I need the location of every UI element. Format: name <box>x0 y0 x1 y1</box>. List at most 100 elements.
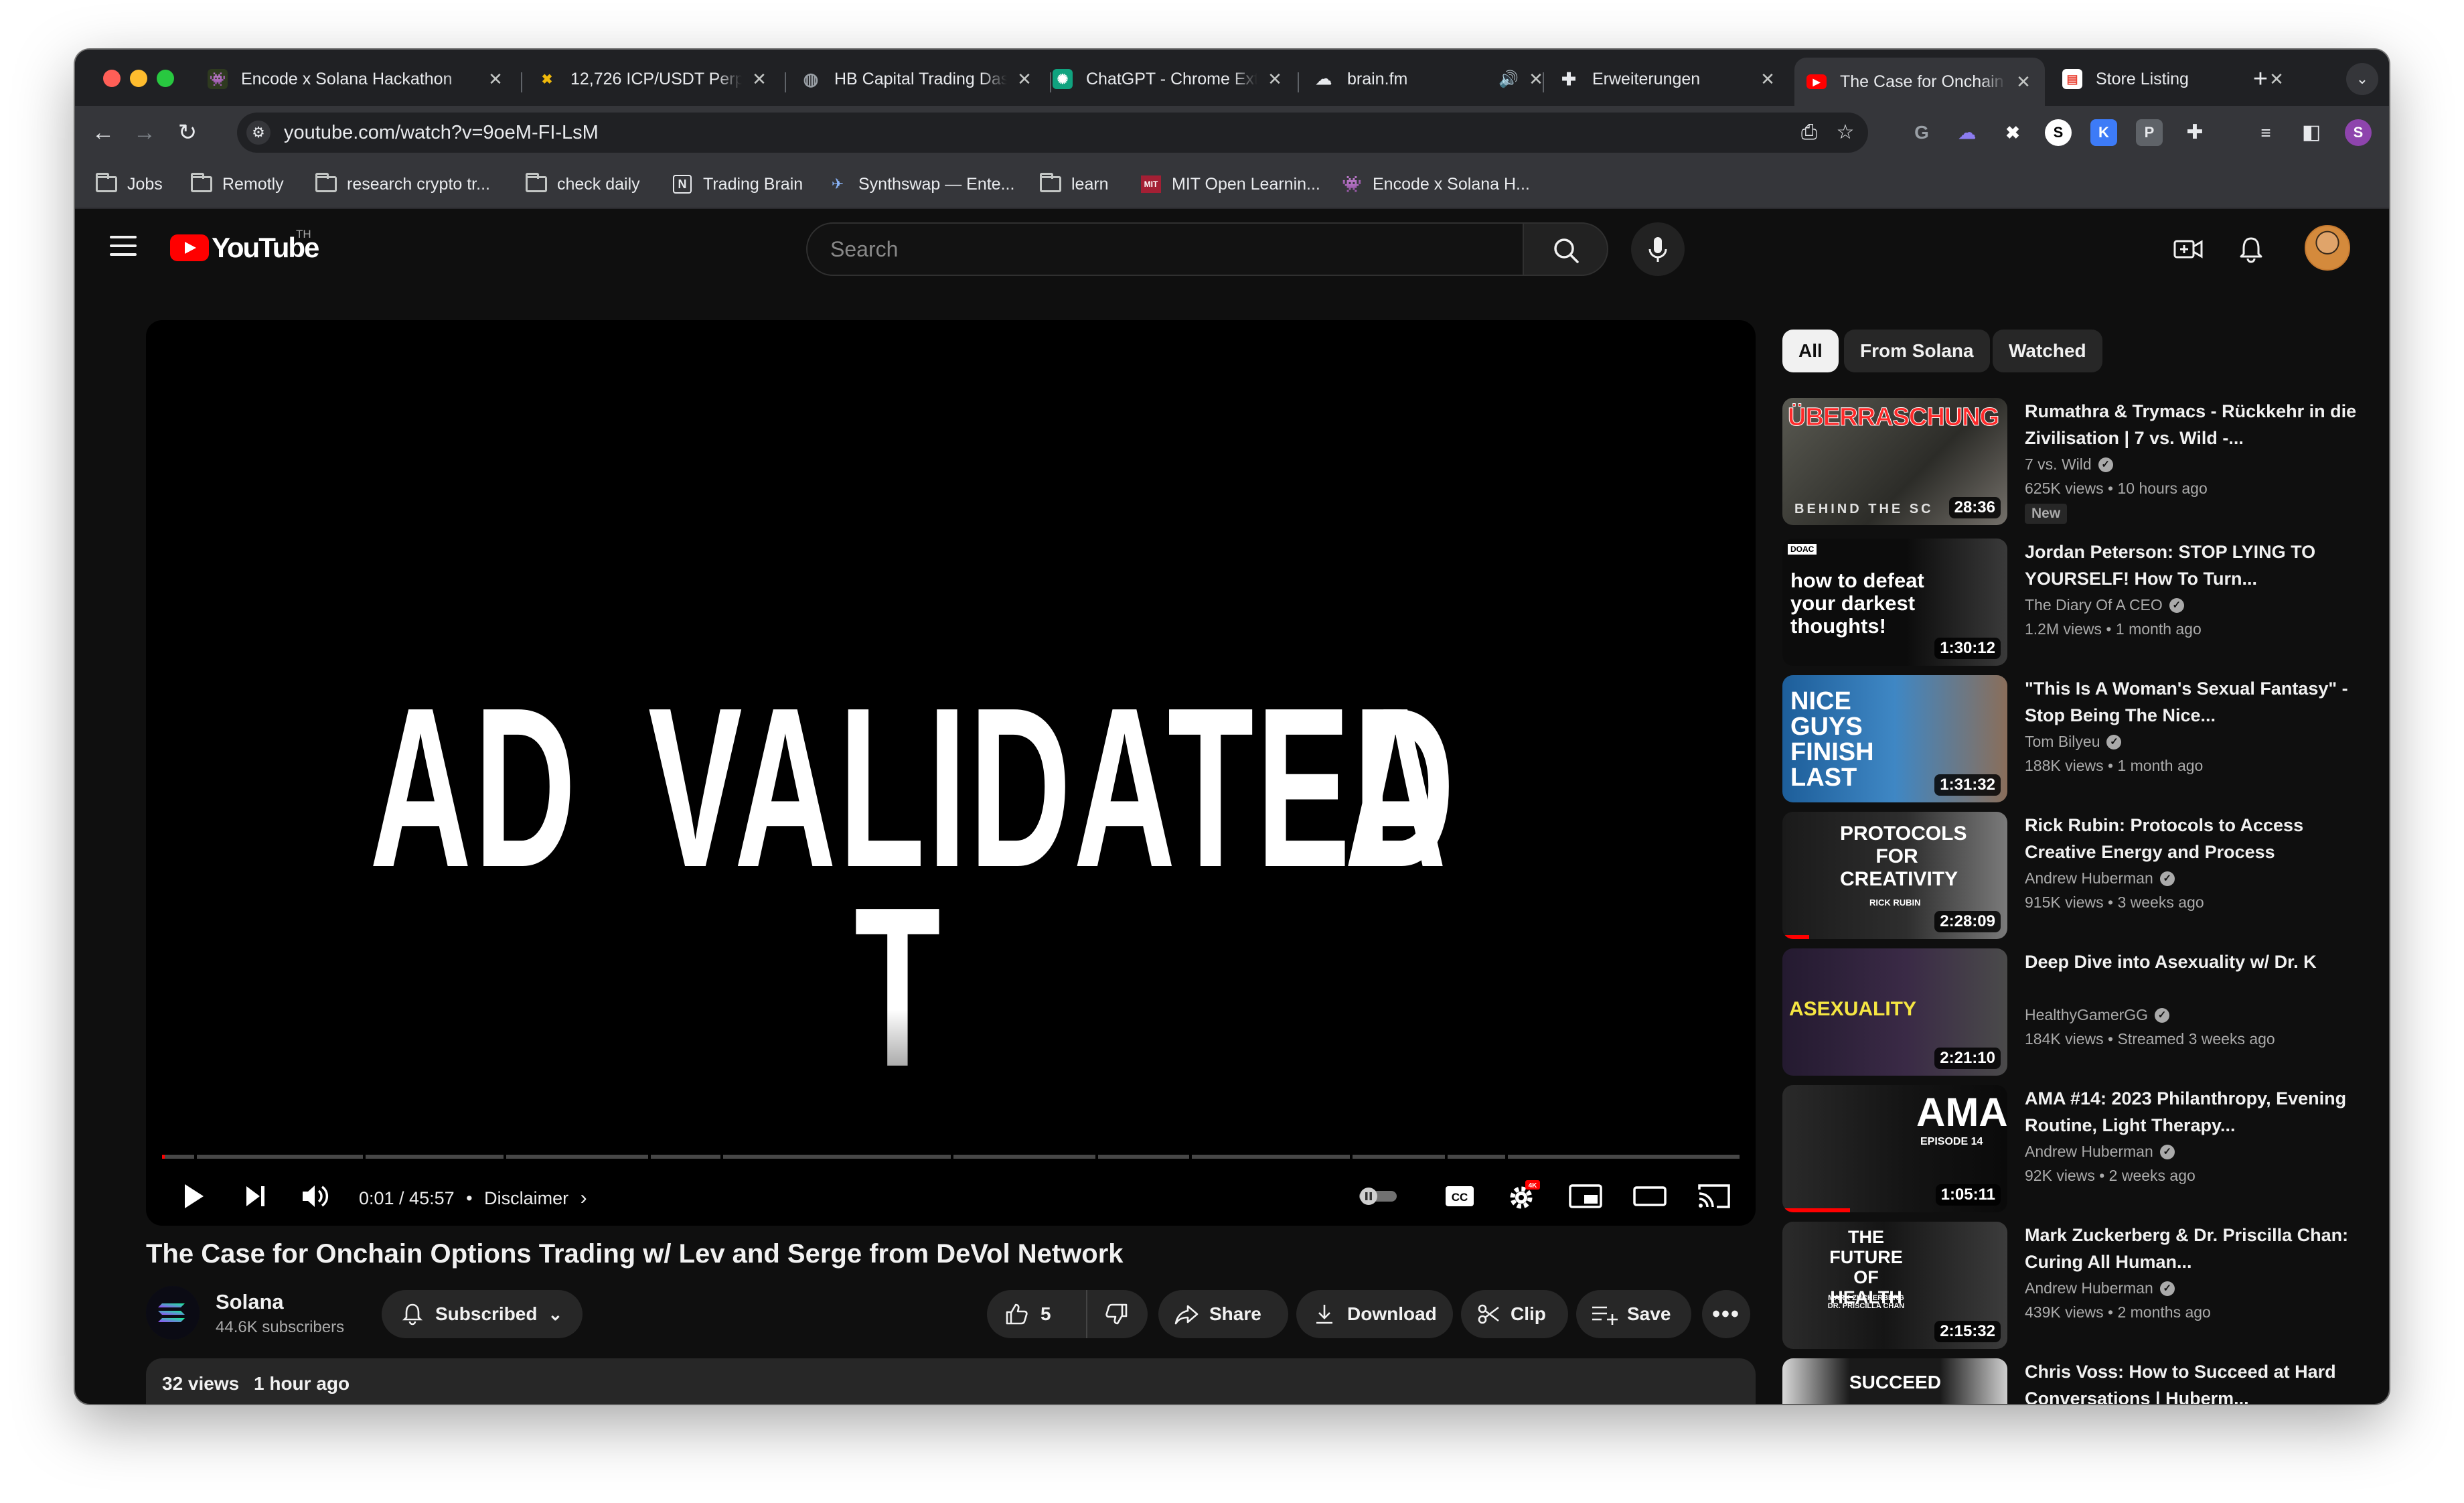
recommendation-channel[interactable]: The Diary Of A CEO ✓ <box>2025 596 2184 614</box>
new-tab-button[interactable]: + <box>2246 64 2275 94</box>
video-thumbnail[interactable]: DOAC how to defeat your darkest thoughts… <box>1782 539 2007 666</box>
back-icon[interactable]: ← <box>88 118 118 147</box>
bookmark-mit-open-learning[interactable]: MIT MIT Open Learnin... <box>1140 171 1320 197</box>
video-thumbnail[interactable]: SUCCEED <box>1782 1358 2007 1404</box>
chapter-segment[interactable] <box>723 1155 951 1159</box>
recommendation-channel[interactable]: Andrew Huberman ✓ <box>2025 869 2175 887</box>
recommendation-title[interactable]: Deep Dive into Asexuality w/ Dr. K <box>2025 948 2360 975</box>
tab-encode-hackathon[interactable]: 👾 Encode x Solana Hackathon ✕ <box>196 58 517 100</box>
chapter-segment[interactable] <box>506 1155 648 1159</box>
channel-avatar[interactable] <box>146 1286 200 1340</box>
tab-hb-capital[interactable]: ◍ HB Capital Trading Dashboard ✕ <box>789 58 1046 100</box>
tab-erweiterungen[interactable]: ✚ Erweiterungen ✕ <box>1547 58 1789 100</box>
filter-chip-from-solana[interactable]: From Solana <box>1844 330 1990 372</box>
chapter-segment[interactable] <box>1353 1155 1445 1159</box>
close-tab-icon[interactable]: ✕ <box>750 69 769 90</box>
dislike-button[interactable] <box>1087 1290 1146 1338</box>
chapter-segment[interactable] <box>366 1155 504 1159</box>
channel-name[interactable]: Solana <box>216 1290 284 1314</box>
progress-bar[interactable] <box>162 1155 1740 1159</box>
share-button[interactable]: Share <box>1158 1290 1288 1338</box>
profile-avatar-icon[interactable]: S <box>2345 119 2372 146</box>
notifications-button[interactable] <box>2232 230 2270 268</box>
reload-icon[interactable]: ↻ <box>173 118 202 147</box>
like-button[interactable]: 5 <box>987 1290 1087 1338</box>
tab-icp-perpetual[interactable]: ✖ 12,726 ICP/USDT Perpetual ✕ <box>525 58 781 100</box>
recommendation-title[interactable]: Rumathra & Trymacs - Rückkehr in die Ziv… <box>2025 398 2360 451</box>
recommendation-title[interactable]: "This Is A Woman's Sexual Fantasy" - Sto… <box>2025 675 2360 729</box>
search-button[interactable] <box>1523 222 1608 276</box>
filter-chip-watched[interactable]: Watched <box>1993 330 2102 372</box>
chapter-segment[interactable] <box>162 1155 194 1159</box>
address-bar[interactable]: ⚙ youtube.com/watch?v=9oeM-FI-LsM ⎙ ☆ <box>237 113 1868 153</box>
recommendation-item[interactable]: THE FUTURE OF HEALTH MARK ZUCKERBERG DR.… <box>1782 1222 2365 1349</box>
chapter-segment[interactable] <box>1448 1155 1505 1159</box>
recommendation-item[interactable]: SUCCEED Chris Voss: How to Succeed at Ha… <box>1782 1358 2365 1404</box>
binance-extension-icon[interactable]: ✖ <box>1999 119 2026 146</box>
install-app-icon[interactable]: ⎙ <box>1797 121 1821 145</box>
bookmark-star-icon[interactable]: ☆ <box>1833 121 1857 145</box>
s-extension-icon[interactable]: S <box>2045 119 2072 146</box>
recommendation-item[interactable]: ÜBERRASCHUNG BEHIND THE SC 28:36 Rumathr… <box>1782 398 2365 525</box>
recommendation-title[interactable]: Rick Rubin: Protocols to Access Creative… <box>2025 812 2360 865</box>
forward-icon[interactable]: → <box>130 118 159 147</box>
bookmark-synthswap[interactable]: ✈ Synthswap — Ente... <box>826 171 1015 197</box>
close-tab-icon[interactable]: ✕ <box>2014 72 2033 92</box>
chapter-segment[interactable] <box>197 1155 363 1159</box>
bookmark-research-crypto[interactable]: research crypto tr... <box>315 171 490 197</box>
more-actions-button[interactable]: ••• <box>1702 1290 1750 1338</box>
play-button[interactable] <box>175 1179 210 1214</box>
tab-search-button[interactable]: ⌄ <box>2346 63 2378 95</box>
video-player[interactable]: AD VALIDATED A T 0:01 / 45:57 • Disclaim… <box>146 320 1756 1226</box>
recommendation-item[interactable]: AMA EPISODE 14 1:05:11 AMA #14: 2023 Phi… <box>1782 1085 2365 1212</box>
video-thumbnail[interactable]: ASEXUALITY 2:21:10 <box>1782 948 2007 1076</box>
recommendation-channel[interactable]: Tom Bilyeu ✓ <box>2025 733 2122 751</box>
subtitles-button[interactable]: CC <box>1441 1179 1478 1214</box>
bookmark-jobs[interactable]: Jobs <box>95 171 163 197</box>
site-settings-icon[interactable]: ⚙ <box>246 121 271 145</box>
bookmark-learn[interactable]: learn <box>1039 171 1109 197</box>
description-box[interactable]: 32 views 1 hour ago <box>146 1358 1756 1404</box>
tab-youtube-active[interactable]: ▶ The Case for Onchain Options ✕ <box>1794 58 2045 106</box>
menu-icon[interactable] <box>110 236 137 256</box>
reading-list-icon[interactable]: ≡ <box>2252 119 2279 146</box>
mute-button[interactable] <box>297 1179 335 1214</box>
close-tab-icon[interactable]: ✕ <box>486 69 505 90</box>
voice-search-button[interactable] <box>1631 222 1685 276</box>
close-tab-icon[interactable]: ✕ <box>1758 69 1777 90</box>
video-thumbnail[interactable]: ÜBERRASCHUNG BEHIND THE SC 28:36 <box>1782 398 2007 525</box>
recommendation-channel[interactable]: Andrew Huberman ✓ <box>2025 1143 2175 1161</box>
recommendation-item[interactable]: NICE GUYS FINISH LAST 1:31:32 "This Is A… <box>1782 675 2365 802</box>
bookmark-remotly[interactable]: Remotly <box>190 171 284 197</box>
recommendation-channel[interactable]: HealthyGamerGG ✓ <box>2025 1006 2170 1024</box>
next-button[interactable] <box>238 1179 273 1214</box>
clip-button[interactable]: Clip <box>1461 1290 1568 1338</box>
recommendation-item[interactable]: ASEXUALITY 2:21:10 Deep Dive into Asexua… <box>1782 948 2365 1076</box>
theater-mode-button[interactable] <box>1631 1179 1669 1214</box>
settings-button[interactable]: 4K <box>1504 1179 1541 1214</box>
account-avatar[interactable] <box>2305 225 2350 271</box>
close-window-button[interactable] <box>103 70 121 87</box>
recommendation-title[interactable]: Chris Voss: How to Succeed at Hard Conve… <box>2025 1358 2360 1404</box>
video-thumbnail[interactable]: PROTOCOLS FOR CREATIVITY RICK RUBIN 2:28… <box>1782 812 2007 939</box>
close-tab-icon[interactable]: ✕ <box>1265 69 1284 90</box>
recommendation-title[interactable]: Mark Zuckerberg & Dr. Priscilla Chan: Cu… <box>2025 1222 2360 1275</box>
url-text[interactable]: youtube.com/watch?v=9oeM-FI-LsM <box>284 122 599 144</box>
grammarly-icon[interactable]: G <box>1908 119 1935 146</box>
tab-chatgpt-extension[interactable]: ✺ ChatGPT - Chrome Extension ✕ <box>1041 58 1296 100</box>
video-thumbnail[interactable]: THE FUTURE OF HEALTH MARK ZUCKERBERG DR.… <box>1782 1222 2007 1349</box>
cast-button[interactable] <box>1695 1179 1733 1214</box>
recommendation-title[interactable]: Jordan Peterson: STOP LYING TO YOURSELF!… <box>2025 539 2360 592</box>
miniplayer-button[interactable] <box>1567 1179 1604 1214</box>
autoplay-toggle[interactable] <box>1357 1179 1399 1214</box>
chapter-segment[interactable] <box>1192 1155 1350 1159</box>
side-panel-icon[interactable]: ◧ <box>2298 119 2325 146</box>
video-thumbnail[interactable]: NICE GUYS FINISH LAST 1:31:32 <box>1782 675 2007 802</box>
cloud-extension-icon[interactable]: ☁ <box>1954 119 1981 146</box>
filter-chip-all[interactable]: All <box>1782 330 1839 372</box>
chapter-title[interactable]: Disclaimer <box>484 1188 568 1208</box>
video-thumbnail[interactable]: AMA EPISODE 14 1:05:11 <box>1782 1085 2007 1212</box>
p-extension-icon[interactable]: P <box>2136 119 2163 146</box>
download-button[interactable]: Download <box>1296 1290 1453 1338</box>
recommendation-item[interactable]: PROTOCOLS FOR CREATIVITY RICK RUBIN 2:28… <box>1782 812 2365 939</box>
